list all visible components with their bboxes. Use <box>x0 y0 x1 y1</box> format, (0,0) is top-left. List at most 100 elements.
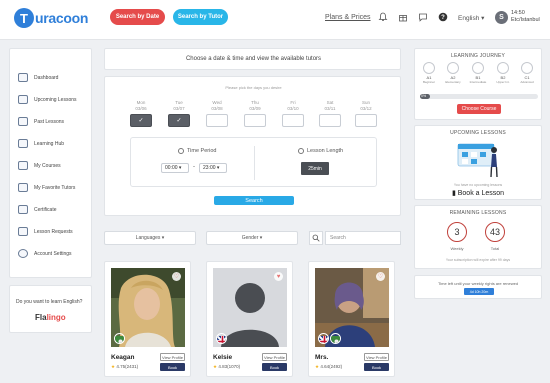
avatar[interactable]: S <box>495 11 508 24</box>
book-button[interactable]: Book <box>262 363 287 371</box>
day-date: 03/06 <box>135 106 147 111</box>
sidebar-item-upcoming-lessons[interactable]: Upcoming Lessons <box>18 95 77 104</box>
date-time-picker: Please pick the days you desire Mon 03/06… <box>104 76 401 216</box>
star-icon: ★ <box>315 364 320 369</box>
sidebar-item-label: My Favorite Tutors <box>34 184 76 191</box>
clock-icon <box>178 148 184 154</box>
tutor-card[interactable]: ♡ Keagan ★ 4.75(2431) View Profile Book <box>104 261 191 377</box>
favorite-heart-icon[interactable]: ♡ <box>376 272 385 281</box>
picker-hint: Please pick the days you desire <box>225 85 282 90</box>
tutor-rating: ★ 4.64(2492) <box>315 364 342 370</box>
time-from-select[interactable]: 00:00 ▾ <box>161 163 189 173</box>
day-date: 03/09 <box>249 106 261 111</box>
weekly-remaining-ring: 3 <box>447 222 467 242</box>
certificate-icon <box>18 205 28 214</box>
gender-filter[interactable]: Gender ▾ <box>206 231 298 245</box>
time-from-value: 00:00 <box>165 165 178 171</box>
flalingo-logo: Flalingo <box>35 313 66 322</box>
clock-timezone: Etc/Istanbul <box>511 17 540 23</box>
no-lessons-text: You have no upcoming lessons <box>453 183 503 187</box>
total-remaining-ring: 43 <box>485 222 505 242</box>
chat-icon[interactable] <box>418 12 428 22</box>
day-checkbox[interactable] <box>206 114 228 127</box>
day-label: Sun 03/12 <box>355 100 377 112</box>
time-to-select[interactable]: 23:00 ▾ <box>199 163 227 173</box>
divider <box>254 146 255 180</box>
sidebar-item-account-settings[interactable]: Account Settings <box>18 249 72 258</box>
book-a-lesson-button[interactable]: ▮ Book a Lesson <box>415 189 541 197</box>
sidebar-item-label: Learning Hub <box>34 140 65 147</box>
tutor-rating: ★ 4.83(1070) <box>213 364 240 370</box>
day-checkbox[interactable]: ✓ <box>130 114 152 127</box>
picker-title-bar: Choose a date & time and view the availa… <box>104 48 401 70</box>
time-settings: Time Period 00:00 ▾ - 23:00 ▾ Lesson Len… <box>130 137 377 187</box>
help-icon[interactable]: ? <box>438 12 448 22</box>
search-icon[interactable] <box>309 231 323 245</box>
weekly-label: Weekly <box>450 246 464 251</box>
calendar-illustration-icon <box>457 143 498 178</box>
sidebar-item-label: Past Lessons <box>34 118 65 125</box>
book-button[interactable]: Book <box>364 363 389 371</box>
day-label: Fri 03/10 <box>282 100 304 112</box>
tutor-name: Keagan <box>111 354 135 361</box>
chevron-down-icon: ▾ <box>216 165 220 171</box>
sidebar-item-my-courses[interactable]: My Courses <box>18 161 61 170</box>
sidebar-item-learning-hub[interactable]: Learning Hub <box>18 139 64 148</box>
promo-card[interactable]: Do you want to learn English? Flalingo <box>9 285 92 333</box>
logo[interactable]: T uracoon <box>14 8 88 28</box>
language-selector[interactable]: English ▾ <box>458 14 484 22</box>
plans-prices-link[interactable]: Plans & Prices <box>325 14 371 21</box>
languages-filter[interactable]: Languages ▾ <box>104 231 196 245</box>
sidebar-item-certificate[interactable]: Certificate <box>18 205 57 214</box>
choose-course-button[interactable]: Choose Course <box>457 104 501 114</box>
weekly-rights-text: Time left until your weekly rights are r… <box>437 281 519 286</box>
level-name: Upper Int. <box>496 80 510 84</box>
view-profile-button[interactable]: View Profile <box>160 353 185 361</box>
search-button[interactable]: Search <box>214 196 294 205</box>
tutor-name: Mrs. <box>315 354 329 361</box>
search-by-date-button[interactable]: Search by Date <box>110 9 165 25</box>
day-date: 03/12 <box>360 106 372 111</box>
gift-icon[interactable] <box>398 12 408 22</box>
sidebar-item-label: Account Settings <box>34 250 72 257</box>
tutor-photo[interactable]: ♡ <box>315 268 389 347</box>
sidebar-item-past-lessons[interactable]: Past Lessons <box>18 117 64 126</box>
level-name: Intermediate <box>469 80 487 84</box>
sidebar-item-dashboard[interactable]: Dashboard <box>18 73 58 82</box>
clock-icon <box>298 148 304 154</box>
time-period-text: Time Period <box>187 148 217 154</box>
sidebar-item-label: My Courses <box>34 162 61 169</box>
level-name: Beginner <box>422 80 435 84</box>
flalingo-logo-part-b: lingo <box>46 313 66 322</box>
lesson-length-option[interactable]: 25min <box>301 162 329 175</box>
sidebar-item-lesson-requests[interactable]: Lesson Requests <box>18 227 73 236</box>
search-input[interactable]: Search <box>325 231 401 245</box>
tutor-card[interactable]: ♡ Mrs. ★ 4.64(2492) View Profile Book <box>308 261 395 377</box>
book-button[interactable]: Book <box>160 363 185 371</box>
favorite-heart-icon[interactable]: ♥ <box>274 272 283 281</box>
tutor-search: Search <box>309 231 401 245</box>
time-separator: - <box>193 164 195 170</box>
view-profile-button[interactable]: View Profile <box>364 353 389 361</box>
day-checkbox[interactable] <box>355 114 377 127</box>
tutor-card[interactable]: ♥ Kelsie ★ 4.83(1070) View Profile Book <box>206 261 293 377</box>
day-checkbox[interactable] <box>244 114 266 127</box>
search-by-tutor-button[interactable]: Search by Tutor <box>173 9 228 25</box>
level-name: Advanced <box>520 80 534 84</box>
day-checkbox[interactable] <box>282 114 304 127</box>
day-checkbox[interactable] <box>319 114 341 127</box>
picker-title: Choose a date & time and view the availa… <box>185 56 322 62</box>
sidebar-item-label: Certificate <box>34 206 57 213</box>
favorite-heart-icon[interactable]: ♡ <box>172 272 181 281</box>
view-profile-button[interactable]: View Profile <box>262 353 287 361</box>
logo-badge: T <box>14 8 34 28</box>
tutor-photo[interactable]: ♡ <box>111 268 185 347</box>
heart-list-icon <box>18 183 28 192</box>
tutor-name: Kelsie <box>213 354 233 361</box>
day-label: Mon 03/06 <box>130 100 152 112</box>
sidebar-item-label: Lesson Requests <box>34 228 73 235</box>
bell-icon[interactable] <box>378 12 388 22</box>
day-checkbox[interactable]: ✓ <box>168 114 190 127</box>
sidebar-item-favorite-tutors[interactable]: My Favorite Tutors <box>18 183 75 192</box>
tutor-photo[interactable]: ♥ <box>213 268 287 347</box>
